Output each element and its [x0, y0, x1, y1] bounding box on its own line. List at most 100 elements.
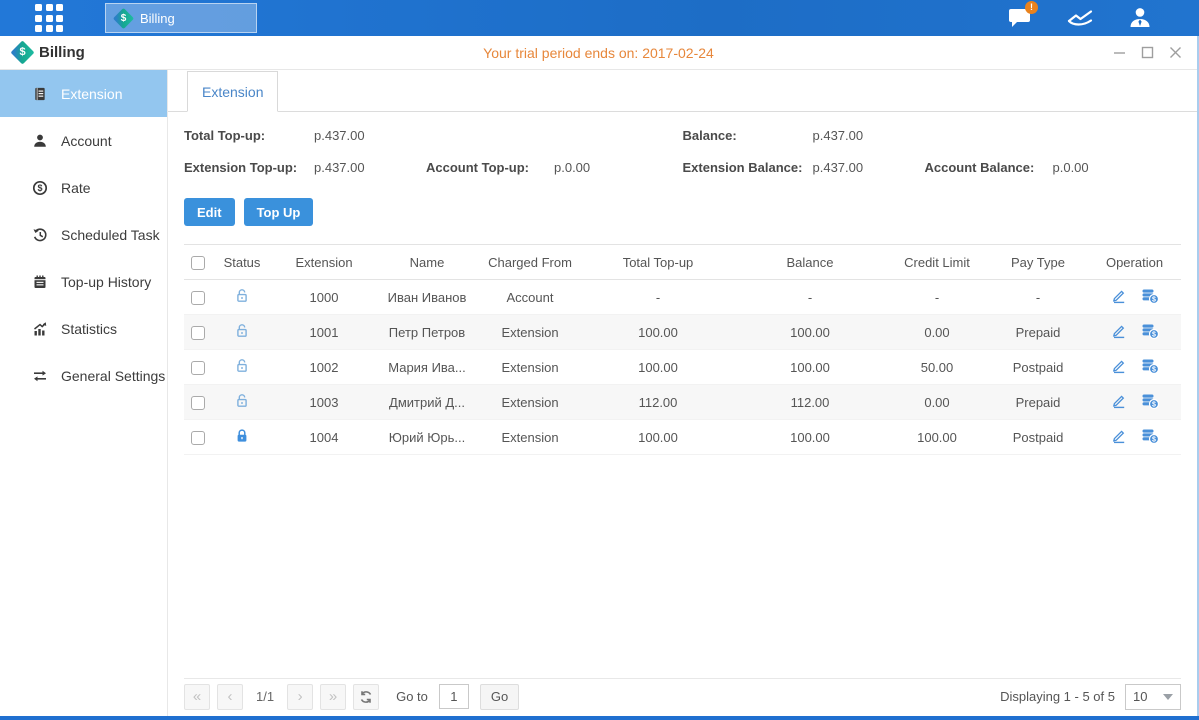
cell-extension: 1000: [272, 280, 376, 315]
sidebar-item-rate[interactable]: $ Rate: [0, 164, 167, 211]
sidebar-item-label: Top-up History: [61, 274, 151, 290]
edit-button[interactable]: Edit: [184, 198, 235, 226]
sidebar-item-scheduled-task[interactable]: Scheduled Task: [0, 211, 167, 258]
main-content: Extension Total Top-up: p.437.00 Extensi…: [168, 70, 1197, 716]
next-page-button[interactable]: ›: [287, 684, 313, 710]
cell-credit-limit: 0.00: [886, 385, 988, 420]
first-page-button[interactable]: «: [184, 684, 210, 710]
top-up-icon[interactable]: $: [1141, 393, 1159, 412]
prev-page-button[interactable]: ‹: [217, 684, 243, 710]
svg-text:$: $: [1152, 296, 1156, 303]
cell-balance: 100.00: [734, 420, 886, 455]
column-header-pay-type: Pay Type: [988, 245, 1088, 280]
column-header-credit-limit: Credit Limit: [886, 245, 988, 280]
unlocked-status-icon: [234, 327, 250, 342]
column-header-charged-from: Charged From: [478, 245, 582, 280]
cell-total-topup: 100.00: [582, 420, 734, 455]
table-row: 1002Мария Ива...Extension100.00100.0050.…: [184, 350, 1181, 385]
app-grid-icon[interactable]: [35, 4, 63, 32]
cell-charged-from: Account: [478, 280, 582, 315]
column-header-extension: Extension: [272, 245, 376, 280]
user-account-icon[interactable]: [1127, 6, 1153, 30]
cell-status: [212, 420, 272, 455]
page-size-select[interactable]: 10: [1125, 684, 1181, 710]
column-header-status: Status: [212, 245, 272, 280]
close-icon[interactable]: [1168, 45, 1183, 60]
row-checkbox[interactable]: [191, 291, 205, 305]
top-up-button[interactable]: Top Up: [244, 198, 314, 226]
cell-operation: $: [1088, 280, 1181, 315]
row-checkbox[interactable]: [191, 361, 205, 375]
cell-operation: $: [1088, 350, 1181, 385]
top-up-icon[interactable]: $: [1141, 358, 1159, 377]
account-topup-label: Account Top-up:: [426, 160, 554, 175]
sidebar-item-label: Scheduled Task: [61, 227, 160, 243]
top-up-icon[interactable]: $: [1141, 428, 1159, 447]
summary-section: Total Top-up: p.437.00 Extension Top-up:…: [184, 128, 1181, 175]
go-button[interactable]: Go: [480, 684, 519, 710]
unlocked-status-icon: [234, 397, 250, 412]
cell-charged-from: Extension: [478, 385, 582, 420]
select-all-checkbox[interactable]: [191, 256, 205, 270]
edit-icon[interactable]: [1111, 288, 1127, 307]
top-up-icon[interactable]: $: [1141, 288, 1159, 307]
cell-balance: 112.00: [734, 385, 886, 420]
sidebar-item-statistics[interactable]: Statistics: [0, 305, 167, 352]
workspace: ExtensionAccount$RateScheduled TaskTop-u…: [0, 70, 1197, 716]
unlocked-status-icon: [234, 362, 250, 377]
sidebar-item-account[interactable]: Account: [0, 117, 167, 164]
edit-icon[interactable]: [1111, 393, 1127, 412]
table-body: 1000Иван ИвановAccount----$1001Петр Петр…: [184, 280, 1181, 455]
minimize-icon[interactable]: [1112, 45, 1127, 60]
cell-pay-type: Postpaid: [988, 350, 1088, 385]
extension-balance-label: Extension Balance:: [683, 160, 813, 175]
row-checkbox[interactable]: [191, 326, 205, 340]
action-buttons: Edit Top Up: [184, 198, 1181, 226]
edit-icon[interactable]: [1111, 358, 1127, 377]
trial-notice: Your trial period ends on: 2017-02-24: [0, 45, 1197, 61]
system-topbar: $ Billing !: [0, 0, 1199, 36]
cell-pay-type: Postpaid: [988, 420, 1088, 455]
page-size-value: 10: [1133, 689, 1147, 704]
cell-status: [212, 385, 272, 420]
tab-extension[interactable]: Extension: [187, 71, 278, 112]
edit-icon[interactable]: [1111, 323, 1127, 342]
page-indicator: 1/1: [256, 689, 274, 704]
cell-pay-type: -: [988, 280, 1088, 315]
cell-total-topup: 112.00: [582, 385, 734, 420]
refresh-button[interactable]: [353, 684, 379, 710]
resource-monitor-icon[interactable]: [1067, 6, 1093, 30]
maximize-icon[interactable]: [1140, 45, 1155, 60]
row-checkbox[interactable]: [191, 396, 205, 410]
billing-app-icon: $: [113, 7, 134, 28]
billing-window: $ Billing Your trial period ends on: 201…: [0, 36, 1199, 716]
account-balance-label: Account Balance:: [925, 160, 1053, 175]
goto-page-input[interactable]: [439, 684, 469, 709]
cell-credit-limit: 0.00: [886, 315, 988, 350]
notifications-icon[interactable]: !: [1007, 6, 1033, 30]
svg-text:$: $: [1152, 401, 1156, 408]
sidebar-item-extension[interactable]: Extension: [0, 70, 167, 117]
edit-icon[interactable]: [1111, 428, 1127, 447]
row-checkbox[interactable]: [191, 431, 205, 445]
sidebar-item-general-settings[interactable]: General Settings: [0, 352, 167, 399]
goto-label: Go to: [396, 689, 428, 704]
balance-label: Balance:: [683, 128, 813, 143]
taskbar-billing-app[interactable]: $ Billing: [105, 3, 257, 33]
top-up-icon[interactable]: $: [1141, 323, 1159, 342]
cell-balance: 100.00: [734, 350, 886, 385]
cell-status: [212, 315, 272, 350]
topup-history-icon: [31, 273, 48, 290]
cell-credit-limit: 50.00: [886, 350, 988, 385]
cell-extension: 1001: [272, 315, 376, 350]
rate-icon: $: [31, 179, 48, 196]
cell-operation: $: [1088, 385, 1181, 420]
sidebar-item-label: Statistics: [61, 321, 117, 337]
sidebar-item-label: Rate: [61, 180, 91, 196]
cell-name: Иван Иванов: [376, 280, 478, 315]
window-title: Billing: [39, 44, 85, 61]
last-page-button[interactable]: »: [320, 684, 346, 710]
sidebar-item-top-up-history[interactable]: Top-up History: [0, 258, 167, 305]
cell-status: [212, 280, 272, 315]
taskbar-app-label: Billing: [140, 11, 175, 26]
